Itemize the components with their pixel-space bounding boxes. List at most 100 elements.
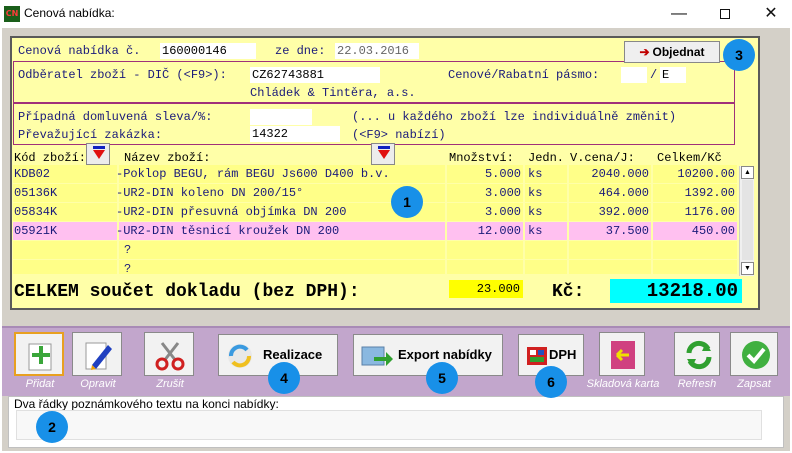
table-row[interactable]: 05834K -UR2-DIN přesuvná objímka DN 200 … (13, 203, 737, 222)
rabate-band-field[interactable]: E (660, 67, 686, 83)
sort-icon (93, 146, 105, 149)
checkmark-icon (742, 341, 770, 369)
row-code: 05921K (14, 224, 58, 238)
order-button[interactable]: ➔ Objednat (624, 41, 720, 63)
add-button-label: Přidat (25, 378, 55, 390)
table-row[interactable]: KDB02 -Poklop BEGU, rám BEGU Js600 D400 … (13, 165, 737, 184)
discount-label: Případná domluvená sleva/%: (18, 110, 213, 124)
contract-label: Převažující zakázka: (18, 128, 163, 142)
row-name: ? (124, 243, 132, 257)
cancel-button-label: Zrušit (156, 378, 184, 390)
customer-name: Chládek & Tintěra, a.s. (250, 86, 416, 100)
row-total: 1176.00 (684, 205, 735, 219)
discount-field[interactable] (250, 109, 312, 125)
column-header-code: Kód zboží: (14, 151, 87, 165)
customer-label: Odběratel zboží - DIČ (<F9>): (18, 68, 227, 82)
date-label: ze dne: (275, 44, 326, 58)
date-field[interactable]: 22.03.2016 (335, 43, 419, 59)
notes-label: Dva řádky poznámkového textu na konci na… (14, 397, 279, 411)
column-header-unit-price: V.cena/J: (570, 151, 635, 165)
column-header-name: Název zboží: (124, 151, 211, 165)
sort-code-button[interactable] (86, 143, 110, 165)
row-total: 10200.00 (677, 167, 735, 181)
total-label: CELKEM součet dokladu (bez DPH): (14, 282, 360, 302)
edit-button-label: Opravit (80, 378, 116, 390)
marker-badge-4: 4 (268, 362, 300, 394)
row-name: ? (124, 262, 132, 276)
contract-note: (<F9> nabízí) (352, 128, 446, 142)
row-code: 05834K (14, 205, 58, 219)
row-code: 05136K (14, 186, 58, 200)
stock-card-button-label: Skladová karta (586, 378, 660, 390)
scroll-thumb[interactable] (742, 180, 753, 260)
table-row[interactable]: ? (13, 241, 737, 260)
app-icon: CN (4, 6, 20, 22)
row-unit: ks (528, 167, 543, 181)
customer-dic-field[interactable]: CZ62743881 (250, 67, 380, 83)
column-header-qty: Množství: (449, 151, 514, 165)
contract-field[interactable]: 14322 (250, 126, 340, 142)
maximize-button[interactable] (702, 0, 748, 28)
add-button[interactable] (14, 332, 64, 376)
export-folder-icon (361, 346, 393, 366)
row-unit: ks (528, 205, 543, 219)
refresh-icon (686, 340, 712, 370)
stock-card-button[interactable] (599, 332, 645, 376)
table-row[interactable]: 05136K -UR2-DIN koleno DN 200/15° 3.000 … (13, 184, 737, 203)
column-header-total: Celkem/Kč (657, 151, 722, 165)
row-unit: ks (528, 186, 543, 200)
arrow-right-icon: ➔ (639, 45, 650, 59)
add-icon (28, 343, 52, 371)
save-button[interactable] (730, 332, 778, 376)
row-unit-price: 2040.000 (591, 167, 649, 181)
stock-card-icon (611, 341, 635, 369)
row-qty: 12.000 (477, 224, 521, 238)
notes-field[interactable] (16, 410, 762, 440)
price-band-label: Cenové/Rabatní pásmo: (448, 68, 600, 82)
table-scrollbar[interactable]: ▲ ▼ (739, 166, 754, 276)
row-code (14, 260, 114, 278)
scroll-up-icon[interactable]: ▲ (741, 166, 754, 179)
price-band-field[interactable] (621, 67, 647, 83)
close-icon: ✕ (764, 5, 778, 22)
minimize-icon: — (671, 5, 687, 22)
row-qty: 3.000 (484, 205, 521, 219)
scroll-down-icon[interactable]: ▼ (741, 262, 754, 275)
grand-total: 13218.00 (610, 279, 742, 303)
row-qty: 3.000 (484, 186, 521, 200)
row-total: 450.00 (691, 224, 735, 238)
row-name: -Poklop BEGU, rám BEGU Js600 D400 b.v. (116, 167, 390, 181)
sort-name-button[interactable] (371, 143, 395, 165)
marker-badge-6: 6 (535, 366, 567, 398)
row-code: KDB02 (14, 167, 51, 181)
order-button-label: Objednat (652, 45, 705, 59)
offer-number-field[interactable]: 160000146 (160, 43, 256, 59)
marker-badge-1: 1 (391, 186, 423, 218)
table-row-selected[interactable]: 05921K -UR2-DIN těsnicí kroužek DN 200 1… (13, 222, 737, 241)
row-qty: 5.000 (484, 167, 521, 181)
discount-note: (... u každého zboží lze individuálně zm… (352, 110, 677, 124)
window-title: Cenová nabídka: (24, 6, 115, 20)
row-unit-price: 37.500 (605, 224, 649, 238)
marker-badge-5: 5 (426, 362, 458, 394)
row-unit: ks (528, 224, 543, 238)
refresh-button-label: Refresh (677, 378, 717, 390)
sort-icon (378, 146, 390, 149)
close-button[interactable]: ✕ (748, 0, 792, 28)
row-unit-price: 464.000 (598, 186, 649, 200)
column-header-unit: Jedn. (528, 151, 565, 165)
row-unit-price: 392.000 (598, 205, 649, 219)
cancel-button[interactable] (144, 332, 194, 376)
minimize-button[interactable]: — (656, 0, 702, 28)
total-quantity: 23.000 (449, 280, 523, 298)
refresh-button[interactable] (674, 332, 720, 376)
table-row[interactable]: ? (13, 260, 737, 279)
edit-button[interactable] (72, 332, 122, 376)
maximize-icon (720, 8, 730, 19)
row-total: 1392.00 (684, 186, 735, 200)
marker-badge-2: 2 (36, 411, 68, 443)
row-name: -UR2-DIN těsnicí kroužek DN 200 (116, 224, 340, 238)
save-button-label: Zapsat (737, 378, 771, 390)
price-band-separator: / (650, 68, 658, 82)
offer-number-label: Cenová nabídka č. (18, 44, 141, 58)
